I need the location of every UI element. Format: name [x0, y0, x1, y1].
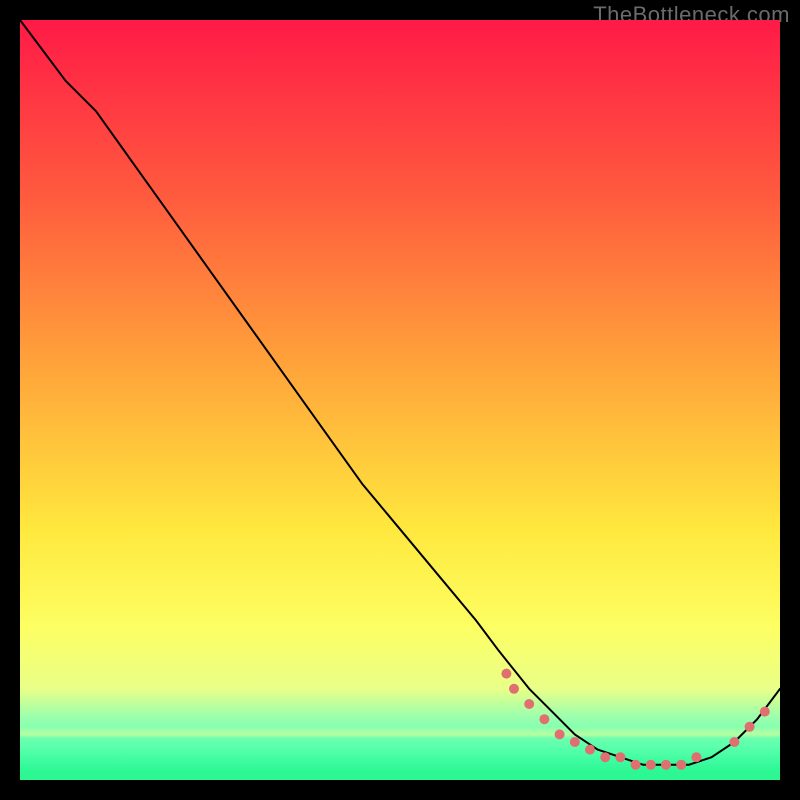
curve-dot	[615, 752, 625, 762]
curve-dot	[745, 722, 755, 732]
curve-dot	[570, 737, 580, 747]
chart-stage: TheBottleneck.com	[0, 0, 800, 800]
curve-dot	[760, 707, 770, 717]
curve-dot	[539, 714, 549, 724]
curve-dot	[729, 737, 739, 747]
curve-dot	[501, 669, 511, 679]
curve-dot	[600, 752, 610, 762]
curve-dot	[555, 729, 565, 739]
chart-svg	[20, 20, 780, 780]
curve-dot	[691, 752, 701, 762]
chart-plot-area	[20, 20, 780, 780]
curve-dot	[631, 760, 641, 770]
gradient-background	[20, 20, 780, 780]
curve-dot	[585, 745, 595, 755]
curve-dot	[509, 684, 519, 694]
curve-dot	[524, 699, 534, 709]
curve-dot	[661, 760, 671, 770]
curve-dot	[646, 760, 656, 770]
curve-dot	[676, 760, 686, 770]
